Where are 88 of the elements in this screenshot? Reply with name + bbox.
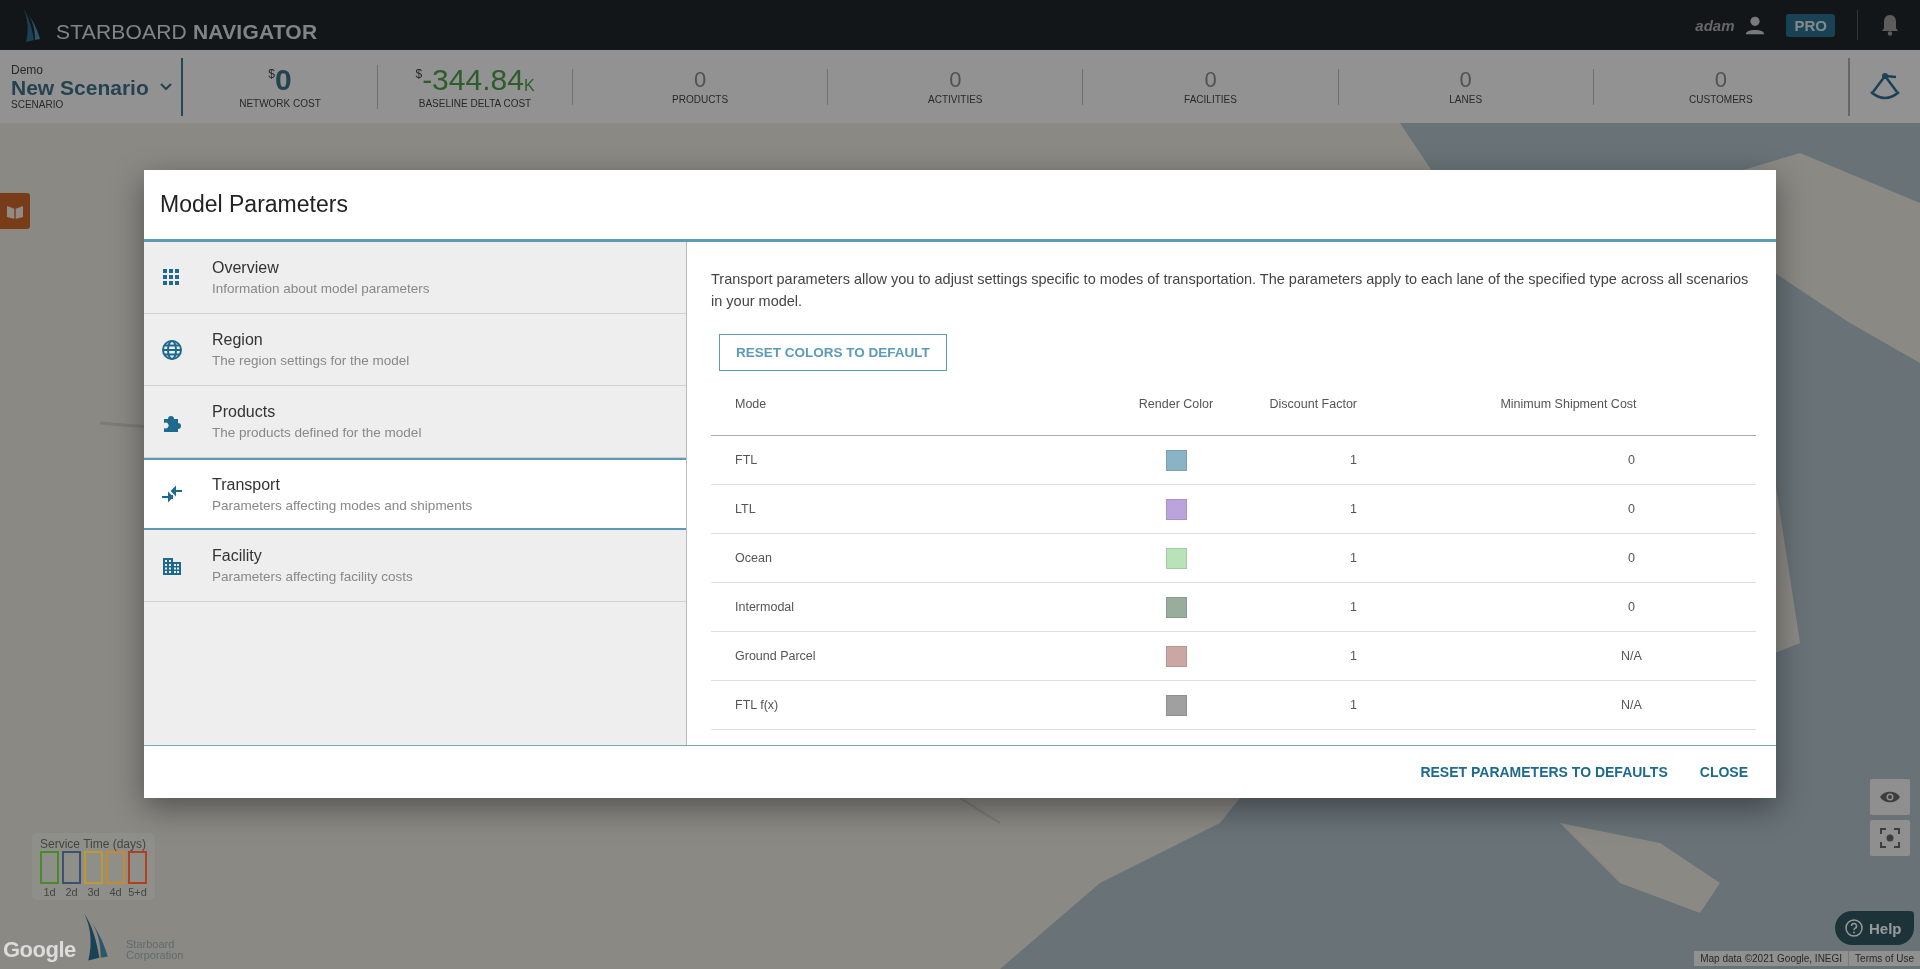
table-cell-text: 1 (1349, 600, 1358, 614)
stat-value: 0 (1714, 68, 1728, 91)
focus-icon (1880, 828, 1900, 848)
reset-colors-button[interactable]: RESET COLORS TO DEFAULT (719, 334, 947, 371)
footer-button[interactable]: CLOSE (1695, 756, 1752, 788)
table-cell-text: Ocean (734, 551, 773, 565)
focus-button[interactable] (1870, 820, 1910, 856)
stat-value: 0 (693, 68, 707, 91)
side-tab[interactable] (0, 193, 30, 229)
stat-label: ACTIVITIES (928, 93, 983, 105)
cost-value: -344.84 (422, 64, 524, 95)
stat-label: FACILITIES (1184, 93, 1237, 105)
color-swatch[interactable] (1165, 645, 1187, 667)
stat-value: 0 (1204, 68, 1217, 91)
scenario-caption: SCENARIO (11, 99, 65, 110)
color-swatch[interactable] (1165, 498, 1187, 520)
currency-sign: $ (415, 66, 423, 81)
help-button[interactable]: Help (1835, 911, 1914, 945)
plan-badge: PRO (1786, 13, 1835, 37)
column-header: Render Color (1137, 397, 1215, 411)
visibility-button[interactable] (1870, 779, 1910, 815)
scenario-name[interactable]: New Scenario (11, 76, 181, 99)
stat-value: 0 (949, 68, 962, 91)
table-cell-text: 0 (1627, 502, 1636, 516)
legend-label: 4d (109, 886, 122, 898)
globe-icon (160, 337, 184, 362)
table-cell-text: Intermodal (734, 600, 796, 614)
app-title: STARBOARD NAVIGATOR (56, 20, 318, 44)
stat-label: LANES (1449, 93, 1483, 105)
legend-label: 2d (65, 886, 78, 898)
table-cell-text: 1 (1349, 551, 1358, 565)
unit-suffix: K (523, 76, 535, 95)
color-swatch[interactable] (1165, 449, 1187, 471)
column-header: Discount Factor (1268, 397, 1358, 411)
item-subtitle: The products defined for the model (212, 425, 422, 440)
bell-icon[interactable] (1880, 14, 1900, 36)
table-cell-text: Ground Parcel (734, 649, 817, 663)
dialog-title: Model Parameters (160, 191, 348, 218)
item-title: Products (212, 403, 277, 421)
table-cell-text: LTL (734, 502, 757, 516)
column-header: Minimum Shipment Cost (1499, 397, 1638, 411)
cost-value: 0 (275, 64, 292, 95)
table-cell-text: N/A (1620, 698, 1643, 712)
sidebar-item[interactable]: Transport Parameters affecting modes and shipments (144, 458, 686, 530)
stat-label: CUSTOMERS (1689, 93, 1753, 105)
table-cell-text: 1 (1349, 649, 1358, 663)
table-cell-text: 1 (1349, 502, 1358, 516)
color-swatch[interactable] (1165, 694, 1187, 716)
help-icon (1845, 919, 1863, 937)
stat-value: 0 (1459, 68, 1472, 91)
item-title: Region (212, 331, 264, 349)
google-logo: Google (3, 937, 76, 963)
stat-label: BASELINE DELTA COST (418, 97, 532, 109)
table-cell-text: 0 (1627, 453, 1636, 467)
legend-title: Service Time (days) (40, 837, 147, 851)
footer-button[interactable]: RESET PARAMETERS TO DEFAULTS (1416, 756, 1672, 788)
currency-sign: $ (268, 66, 275, 81)
item-title: Overview (212, 259, 280, 277)
item-title: Facility (212, 547, 263, 565)
user-name: adam (1695, 16, 1735, 34)
sextant-icon[interactable] (1868, 71, 1902, 102)
item-subtitle: Parameters affecting modes and shipments (212, 497, 473, 513)
map-attribution: Map data ©2021 Google, INEGI (1699, 952, 1844, 966)
item-subtitle: The region settings for the model (212, 353, 410, 368)
table-cell-text: 0 (1627, 600, 1636, 614)
table-cell-text: FTL (734, 453, 759, 467)
legend-label: 5+d (128, 886, 147, 898)
item-subtitle: Parameters affecting facility costs (212, 569, 413, 584)
book-icon (6, 203, 24, 219)
item-subtitle: Information about model parameters (212, 281, 430, 296)
user-icon[interactable] (1744, 14, 1767, 36)
legend-label: 3d (87, 886, 100, 898)
scenario-group: Demo (11, 62, 181, 77)
color-swatch[interactable] (1165, 596, 1187, 618)
table-cell-text: FTL f(x) (734, 698, 780, 712)
caret-icon[interactable] (159, 81, 173, 92)
table-cell-text: 0 (1627, 551, 1636, 565)
item-title: Transport (212, 475, 281, 494)
stat-label: NETWORK COST (239, 97, 321, 109)
stat-label: PRODUCTS (672, 93, 729, 105)
eye-icon (1879, 790, 1901, 804)
table-cell-text: 1 (1349, 698, 1358, 712)
table-cell-text: 1 (1349, 453, 1358, 467)
description-text: Transport parameters allow you to adjust settings specific to modes of transportation. The parameters apply to each lane of the specified type across all scenarios in your model. (711, 270, 1750, 311)
column-header: Mode (734, 397, 768, 411)
legend-label: 1d (43, 886, 56, 898)
table-cell-text: N/A (1620, 649, 1643, 663)
color-swatch[interactable] (1165, 547, 1187, 569)
